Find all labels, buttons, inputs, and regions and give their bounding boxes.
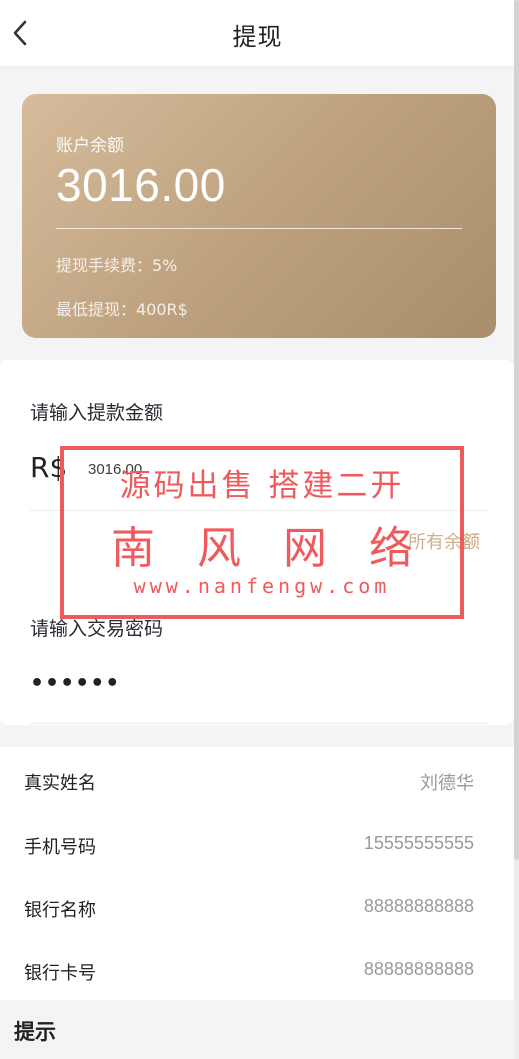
page-title: 提现 (232, 23, 283, 51)
watermark-stamp: 源码出售 搭建二开 南风网络 www.nanfengw.com (60, 446, 464, 619)
info-label: 真实姓名 (24, 773, 96, 794)
watermark-line3: www.nanfengw.com (133, 574, 391, 598)
info-value: 15555555555 (363, 833, 474, 853)
password-divider (30, 723, 488, 724)
info-row-name: 真实姓名 刘德华 (0, 749, 514, 809)
account-info: 真实姓名 刘德华 手机号码 15555555555 银行名称 888888888… (0, 747, 514, 1000)
tips-heading: 提示 (14, 1020, 56, 1044)
watermark-line2: 南风网络 (111, 523, 455, 574)
balance-label: 账户余额 (56, 136, 124, 156)
info-row-card-number: 银行卡号 88888888888 (0, 939, 514, 999)
balance-amount: 3016.00 (56, 159, 226, 211)
scrollbar-thumb[interactable] (514, 0, 519, 860)
password-input[interactable] (30, 668, 330, 698)
min-withdraw-info: 最低提现：400R$ (56, 300, 188, 319)
info-row-bank-name: 银行名称 88888888888 (0, 876, 514, 936)
balance-divider (56, 228, 462, 229)
info-value: 88888888888 (363, 896, 474, 916)
info-label: 银行名称 (24, 900, 96, 921)
balance-card: 账户余额 3016.00 提现手续费：5% 最低提现：400R$ (22, 94, 496, 338)
top-nav-bar: 提现 (0, 0, 515, 67)
info-label: 手机号码 (24, 837, 96, 858)
info-row-phone: 手机号码 15555555555 (0, 813, 514, 873)
info-value: 刘德华 (420, 773, 474, 793)
info-value: 88888888888 (363, 959, 474, 979)
info-label: 银行卡号 (24, 963, 96, 984)
watermark-line1: 源码出售 搭建二开 (119, 468, 405, 504)
amount-label: 请输入提款金额 (30, 402, 164, 424)
fee-info: 提现手续费：5% (56, 256, 178, 275)
